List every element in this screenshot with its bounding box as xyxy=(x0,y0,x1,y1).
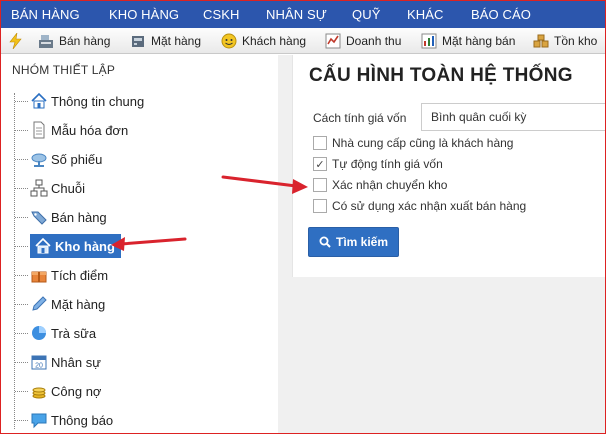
toolbar-ton-kho-label: Tồn kho xyxy=(554,34,598,48)
option-confirm-transfer[interactable]: Xác nhận chuyển kho xyxy=(313,176,447,194)
sidebar-item-nhan-su[interactable]: 20 Nhân sự xyxy=(15,351,101,373)
sidebar-item-mau-hoa-don[interactable]: Mẫu hóa đơn xyxy=(15,119,128,141)
checkbox[interactable] xyxy=(313,199,327,213)
sidebar-item-ban-hang[interactable]: Bán hàng xyxy=(15,206,107,228)
nav-nhan-su[interactable]: NHÂN SỰ xyxy=(266,7,327,22)
checkbox[interactable] xyxy=(313,178,327,192)
checkbox[interactable] xyxy=(313,136,327,150)
option-auto-cost[interactable]: ✓ Tự động tính giá vốn xyxy=(313,155,443,173)
toolbar-mat-hang-ban-label: Mặt hàng bán xyxy=(442,34,516,48)
search-icon xyxy=(319,236,331,248)
coins-icon xyxy=(30,382,48,400)
nav-kho-hang[interactable]: KHO HÀNG xyxy=(109,7,179,22)
search-button-label: Tìm kiếm xyxy=(335,235,389,249)
network-icon xyxy=(30,179,48,197)
toolbar-ban-hang-label: Bán hàng xyxy=(59,34,111,48)
sidebar-item-mat-hang[interactable]: Mặt hàng xyxy=(15,293,105,315)
nav-khac[interactable]: KHÁC xyxy=(407,7,444,22)
nav-ban-hang[interactable]: BÁN HÀNG xyxy=(11,7,80,22)
sidebar-item-kho-hang-highlight: Kho hàng xyxy=(30,234,121,258)
sold-items-icon xyxy=(421,33,437,49)
home-icon xyxy=(30,92,48,110)
tag-icon xyxy=(30,208,48,226)
sidebar-item-cong-no[interactable]: Công nợ xyxy=(15,380,101,402)
sidebar-item-so-phieu[interactable]: Số phiếu xyxy=(15,148,102,170)
shortcut-toolbar: Bán hàng Mặt hàng Khách hàng Doanh thu M… xyxy=(0,28,606,54)
customer-icon xyxy=(221,33,237,49)
sidebar-item-tich-diem[interactable]: Tích điểm xyxy=(15,264,108,286)
cost-method-label: Cách tính giá vốn xyxy=(313,111,407,125)
pie-icon xyxy=(30,324,48,342)
toolbar-mat-hang[interactable]: Mặt hàng xyxy=(130,32,201,50)
warehouse-icon xyxy=(34,237,52,255)
lightning-icon[interactable] xyxy=(9,32,23,50)
chat-icon xyxy=(30,411,48,429)
sidebar-item-kho-hang[interactable]: Kho hàng xyxy=(15,234,121,258)
sidebar-item-thong-tin-chung[interactable]: Thông tin chung xyxy=(15,90,144,112)
sidebar-item-thong-bao[interactable]: Thông báo xyxy=(15,409,113,431)
settings-sidebar: NHÓM THIẾT LẬP Thông tin chung Mẫu hóa đ… xyxy=(0,55,278,434)
pencil-icon xyxy=(30,295,48,313)
toolbar-mat-hang-label: Mặt hàng xyxy=(151,34,202,48)
page-title: CẤU HÌNH TOÀN HỆ THỐNG xyxy=(309,65,573,86)
nav-cskh[interactable]: CSKH xyxy=(203,7,240,22)
tree-connector xyxy=(14,93,15,429)
toolbar-doanh-thu-label: Doanh thu xyxy=(346,34,402,48)
checkbox-checked[interactable]: ✓ xyxy=(313,157,327,171)
svg-text:20: 20 xyxy=(35,363,43,370)
cloud-icon xyxy=(30,150,48,168)
toolbar-khach-hang[interactable]: Khách hàng xyxy=(221,32,306,50)
toolbar-ton-kho[interactable]: Tồn kho xyxy=(533,32,597,50)
nav-quy[interactable]: QUỸ xyxy=(352,7,380,22)
sidebar-title: NHÓM THIẾT LẬP xyxy=(12,63,116,77)
product-icon xyxy=(130,33,146,49)
points-icon xyxy=(30,266,48,284)
revenue-icon xyxy=(325,33,341,49)
toolbar-mat-hang-ban[interactable]: Mặt hàng bán xyxy=(421,32,515,50)
search-button[interactable]: Tìm kiếm xyxy=(308,227,399,257)
register-icon xyxy=(38,33,54,49)
sidebar-item-chuoi[interactable]: Chuỗi xyxy=(15,177,85,199)
calendar-icon: 20 xyxy=(30,353,48,371)
option-confirm-sale-export[interactable]: Có sử dụng xác nhận xuất bán hàng xyxy=(313,197,526,215)
cost-method-select[interactable]: Bình quân cuối kỳ xyxy=(421,103,606,131)
config-panel: CẤU HÌNH TOÀN HỆ THỐNG Cách tính giá vốn… xyxy=(292,55,606,277)
document-icon xyxy=(30,121,48,139)
option-supplier-is-customer[interactable]: Nhà cung cấp cũng là khách hàng xyxy=(313,134,513,152)
toolbar-khach-hang-label: Khách hàng xyxy=(242,34,307,48)
toolbar-doanh-thu[interactable]: Doanh thu xyxy=(325,32,401,50)
sidebar-item-tra-sua[interactable]: Trà sữa xyxy=(15,322,96,344)
top-nav: BÁN HÀNG KHO HÀNG CSKH NHÂN SỰ QUỸ KHÁC … xyxy=(0,0,606,28)
inventory-icon xyxy=(533,33,549,49)
toolbar-ban-hang[interactable]: Bán hàng xyxy=(38,32,110,50)
nav-bao-cao[interactable]: BÁO CÁO xyxy=(471,7,531,22)
